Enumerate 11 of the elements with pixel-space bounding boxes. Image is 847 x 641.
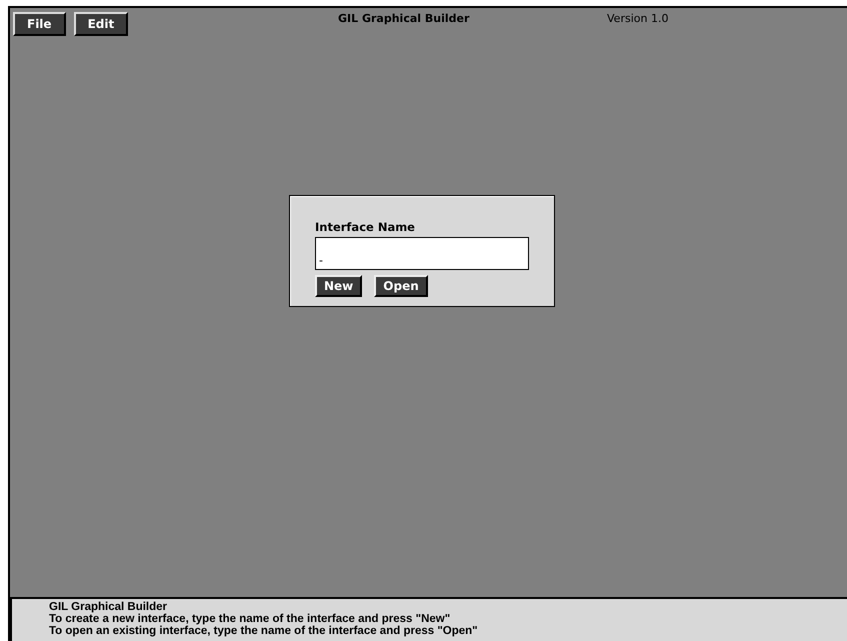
- status-text: To create a new interface, type the name of the interface and press "New": [49, 613, 452, 625]
- dialog-button[interactable]: Open: [374, 275, 428, 297]
- menu-button[interactable]: Edit: [74, 12, 128, 36]
- status-text: To open an existing interface, type the name of the interface and press "Open": [49, 625, 479, 637]
- window-title: GIL Graphical Builder: [338, 12, 470, 25]
- version-label: Version 1.0: [607, 12, 668, 25]
- dialog-button[interactable]: New: [315, 275, 362, 297]
- status-text: GIL Graphical Builder: [49, 601, 168, 613]
- interface-name-field[interactable]: -: [315, 237, 529, 270]
- field-label: Interface Name: [315, 220, 416, 234]
- menu-button[interactable]: File: [13, 12, 66, 36]
